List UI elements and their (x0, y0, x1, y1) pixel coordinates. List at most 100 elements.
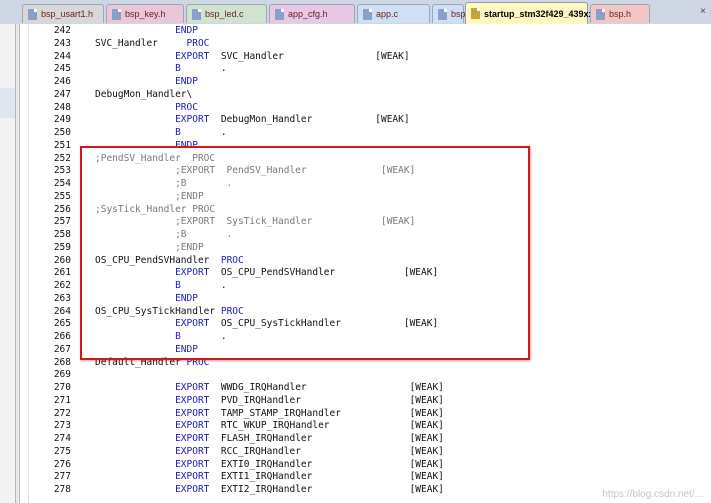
tab-bsp-led-c[interactable]: bsp_led.c (186, 4, 267, 23)
code-text: B . (95, 127, 227, 140)
line-number: 251 (53, 139, 71, 151)
line-number: 247 (53, 88, 71, 100)
line-number: 276 (53, 458, 71, 470)
tab-label: bsp_usart1.h (41, 9, 94, 19)
line-number: 258 (53, 229, 71, 240)
code-line[interactable]: 272 EXPORT TAMP_STAMP_IRQHandler [WEAK] (20, 408, 711, 421)
h-file-icon (112, 8, 121, 20)
line-number: 253 (53, 165, 71, 177)
line-number: 263 (53, 292, 71, 304)
tab-label: app_cfg.h (288, 9, 328, 19)
c-file-icon (438, 8, 447, 20)
line-number: 261 (53, 267, 71, 279)
code-line[interactable]: 275 EXPORT RCC_IRQHandler [WEAK] (20, 446, 711, 459)
keyword-token: EXPORT (175, 445, 210, 457)
line-number: 242 (53, 25, 71, 36)
code-line[interactable]: 245 B . (20, 63, 711, 76)
code-token: . (180, 127, 227, 138)
code-line[interactable]: 271 EXPORT PVD_IRQHandler [WEAK] (20, 395, 711, 408)
tab-app-cfg-h[interactable]: app_cfg.h (269, 4, 355, 23)
code-line[interactable]: 248 PROC (20, 102, 711, 115)
h-file-icon (28, 8, 37, 20)
code-token: WWDG_IRQHandler [WEAK] (209, 382, 444, 393)
c-file-icon (363, 8, 372, 20)
line-number: 262 (53, 280, 71, 291)
code-text: EXPORT RCC_IRQHandler [WEAK] (95, 446, 444, 459)
code-token: DebugMon_Handler [WEAK] (209, 114, 410, 126)
code-line[interactable]: 273 EXPORT RTC_WKUP_IRQHandler [WEAK] (20, 420, 711, 433)
code-text: EXPORT PVD_IRQHandler [WEAK] (95, 395, 444, 408)
keyword-token: EXPORT (175, 382, 210, 393)
line-number: 244 (53, 50, 71, 62)
keyword-token: EXPORT (175, 407, 210, 419)
code-text: EXPORT EXTI2_IRQHandler [WEAK] (95, 484, 444, 497)
code-token: . (180, 63, 227, 75)
code-token: SVC_Handler [WEAK] (209, 50, 410, 62)
line-number: 267 (53, 343, 71, 355)
line-number: 255 (53, 190, 71, 202)
tab-app-c[interactable]: app.c (357, 4, 430, 23)
code-token: DebugMon_Handler\ (95, 88, 193, 100)
code-line[interactable]: 270 EXPORT WWDG_IRQHandler [WEAK] (20, 382, 711, 395)
line-number: 249 (53, 114, 71, 126)
line-number: 250 (53, 127, 71, 138)
tab-bsp-key-h[interactable]: bsp_key.h (106, 4, 184, 23)
line-number: 257 (53, 216, 71, 228)
tab-label: app.c (376, 9, 399, 19)
code-token: SVC_Handler (95, 37, 187, 49)
code-line[interactable]: 243 SVC_Handler PROC (20, 38, 711, 51)
tab-bsp-usart1-h[interactable]: bsp_usart1.h (22, 4, 104, 23)
line-number: 260 (53, 254, 71, 266)
h-file-icon (275, 8, 284, 20)
keyword-token: EXPORT (175, 420, 210, 432)
line-number: 266 (53, 331, 71, 342)
code-line[interactable]: 250 B . (20, 127, 711, 140)
line-number: 271 (53, 394, 71, 406)
line-number: 269 (53, 369, 71, 381)
code-text: ENDP (95, 25, 198, 38)
code-text: EXPORT SVC_Handler [WEAK] (95, 51, 410, 64)
line-number: 264 (53, 305, 71, 317)
line-number: 245 (53, 63, 71, 75)
code-text: ENDP (95, 76, 198, 89)
code-line[interactable]: 269 (20, 369, 711, 382)
line-number: 256 (53, 203, 71, 215)
tab-bsp-c[interactable]: bsp.c (432, 4, 473, 23)
project-pane-selection (0, 88, 15, 118)
code-line[interactable]: 244 EXPORT SVC_Handler [WEAK] (20, 51, 711, 64)
line-number: 278 (53, 484, 71, 495)
tab-bsp-h[interactable]: bsp.h (590, 4, 650, 23)
line-number: 254 (53, 178, 71, 189)
code-token: EXTI1_IRQHandler [WEAK] (209, 471, 444, 483)
code-line[interactable]: 246 ENDP (20, 76, 711, 89)
code-line[interactable]: 276 EXPORT EXTI0_IRQHandler [WEAK] (20, 459, 711, 472)
code-token: PVD_IRQHandler [WEAK] (209, 394, 444, 406)
tab-startup-stm32f429-439xx-s[interactable]: startup_stm32f429_439xx.s (465, 2, 601, 24)
code-text: EXPORT FLASH_IRQHandler [WEAK] (95, 433, 444, 446)
tab-label: startup_stm32f429_439xx.s (484, 8, 602, 19)
code-token: TAMP_STAMP_IRQHandler [WEAK] (209, 407, 444, 419)
watermark: https://blog.csdn.net/... (602, 489, 703, 500)
code-line[interactable]: 242 ENDP (20, 25, 711, 38)
code-line[interactable]: 274 EXPORT FLASH_IRQHandler [WEAK] (20, 433, 711, 446)
keyword-token: EXPORT (175, 114, 210, 126)
line-number: 252 (53, 152, 71, 164)
code-line[interactable]: 247 DebugMon_Handler\ (20, 89, 711, 102)
project-pane-edge[interactable] (0, 24, 15, 503)
line-number: 243 (53, 37, 71, 49)
code-line[interactable]: 277 EXPORT EXTI1_IRQHandler [WEAK] (20, 471, 711, 484)
tab-label: bsp.h (609, 9, 632, 19)
line-number: 272 (53, 407, 71, 419)
code-line[interactable]: 249 EXPORT DebugMon_Handler [WEAK] (20, 114, 711, 127)
close-tab-icon[interactable]: × (697, 5, 709, 19)
tab-label: bsp_key.h (125, 9, 166, 19)
code-token: FLASH_IRQHandler [WEAK] (209, 433, 444, 444)
